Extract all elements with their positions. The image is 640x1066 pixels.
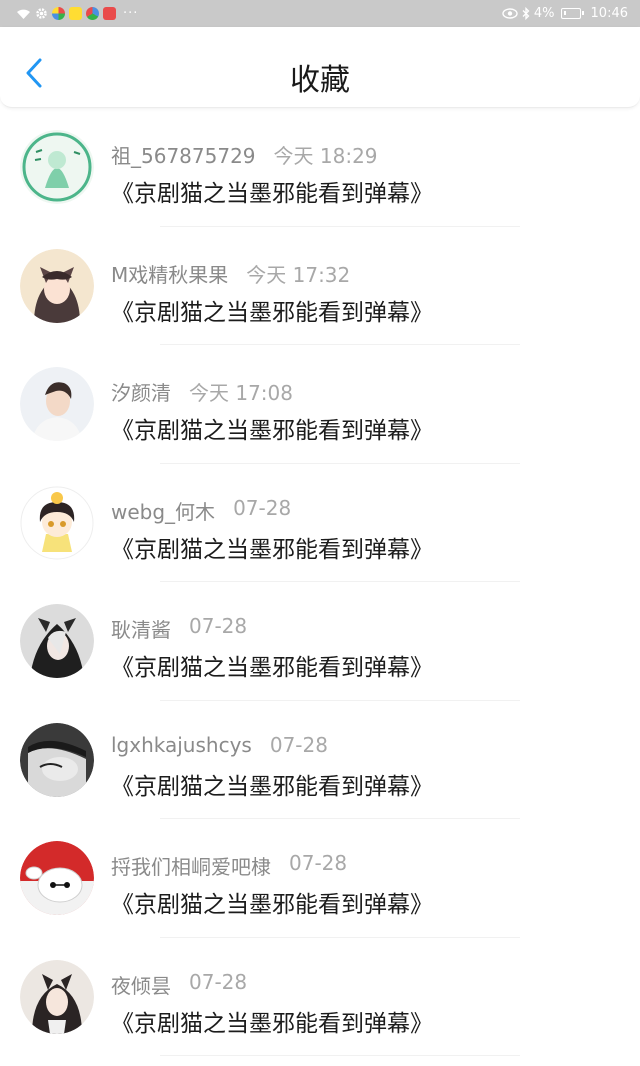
username[interactable]: M戏精秋果果: [111, 259, 228, 288]
avatar[interactable]: [20, 367, 94, 441]
status-bar-right: 4% 10:46: [502, 6, 628, 21]
username[interactable]: 捋我们相峒爱吧棣: [111, 851, 271, 880]
item-meta: 祖_567875729 今天 18:29: [111, 140, 378, 169]
username[interactable]: lgxhkajushcys: [111, 733, 252, 757]
timestamp: 07-28: [289, 851, 348, 875]
favorites-list: 祖_567875729 今天 18:29 《京剧猫之当墨邪能看到弹幕》 M戏精秋…: [0, 108, 640, 1056]
more-notifications-icon: ···: [123, 6, 139, 21]
app-header: 收藏: [0, 27, 640, 108]
avatar[interactable]: [20, 130, 94, 204]
battery-percent: 4%: [533, 6, 555, 21]
list-item[interactable]: 夜倾昙 07-28 《京剧猫之当墨邪能看到弹幕》: [0, 938, 640, 1056]
divider: [160, 1055, 520, 1056]
work-title[interactable]: 《京剧猫之当墨邪能看到弹幕》: [111, 1004, 433, 1038]
status-bar: ··· 4% 10:46: [0, 0, 640, 27]
work-title[interactable]: 《京剧猫之当墨邪能看到弹幕》: [111, 767, 433, 801]
work-title[interactable]: 《京剧猫之当墨邪能看到弹幕》: [111, 293, 433, 327]
avatar[interactable]: [20, 841, 94, 915]
work-title[interactable]: 《京剧猫之当墨邪能看到弹幕》: [111, 885, 433, 919]
eye-icon: [502, 8, 518, 19]
work-title[interactable]: 《京剧猫之当墨邪能看到弹幕》: [111, 411, 433, 445]
username[interactable]: 祖_567875729: [111, 140, 256, 169]
avatar[interactable]: [20, 485, 94, 560]
item-meta: 耿清酱 07-28: [111, 614, 247, 643]
wifi-icon: [16, 8, 31, 20]
page-title: 收藏: [290, 63, 350, 98]
timestamp: 今天 17:32: [246, 262, 351, 287]
username[interactable]: 夜倾昙: [111, 970, 171, 999]
item-meta: lgxhkajushcys 07-28: [111, 733, 328, 757]
avatar[interactable]: [20, 248, 94, 323]
item-meta: 捋我们相峒爱吧棣 07-28: [111, 851, 347, 880]
timestamp: 今天 18:29: [273, 144, 378, 168]
list-item[interactable]: M戏精秋果果 今天 17:32 《京剧猫之当墨邪能看到弹幕》: [0, 227, 640, 345]
clock: 10:46: [590, 6, 628, 21]
avatar[interactable]: [20, 604, 94, 678]
list-item[interactable]: lgxhkajushcys 07-28 《京剧猫之当墨邪能看到弹幕》: [0, 701, 640, 819]
item-meta: 夜倾昙 07-28: [111, 970, 247, 999]
list-item[interactable]: 祖_567875729 今天 18:29 《京剧猫之当墨邪能看到弹幕》: [0, 108, 640, 227]
settings-gear-icon: [35, 7, 48, 20]
item-meta: 汐颜清 今天 17:08: [111, 377, 293, 406]
timestamp: 07-28: [269, 732, 328, 757]
bluetooth-icon: [522, 7, 530, 20]
app-notification-icon: [103, 7, 116, 20]
status-bar-left: ···: [16, 6, 138, 21]
work-title[interactable]: 《京剧猫之当墨邪能看到弹幕》: [111, 530, 433, 564]
item-meta: webg_何木 07-28: [111, 496, 291, 525]
username[interactable]: 耿清酱: [111, 614, 171, 643]
list-item[interactable]: webg_何木 07-28 《京剧猫之当墨邪能看到弹幕》: [0, 464, 640, 582]
list-item[interactable]: 汐颜清 今天 17:08 《京剧猫之当墨邪能看到弹幕》: [0, 345, 640, 464]
timestamp: 07-28: [189, 969, 248, 994]
item-meta: M戏精秋果果 今天 17:32: [111, 259, 350, 288]
app-notification-icon: [69, 7, 82, 20]
username[interactable]: 汐颜清: [111, 377, 171, 406]
work-title[interactable]: 《京剧猫之当墨邪能看到弹幕》: [111, 174, 433, 208]
username[interactable]: webg_何木: [111, 496, 215, 525]
timestamp: 07-28: [233, 495, 292, 520]
timestamp: 07-28: [189, 614, 248, 638]
timestamp: 今天 17:08: [189, 381, 293, 405]
battery-icon: [560, 8, 584, 19]
work-title[interactable]: 《京剧猫之当墨邪能看到弹幕》: [111, 648, 433, 682]
list-item[interactable]: 捋我们相峒爱吧棣 07-28 《京剧猫之当墨邪能看到弹幕》: [0, 819, 640, 938]
app-notification-icon: [52, 7, 65, 20]
avatar[interactable]: [20, 722, 94, 797]
app-notification-icon: [86, 7, 99, 20]
list-item[interactable]: 耿清酱 07-28 《京剧猫之当墨邪能看到弹幕》: [0, 582, 640, 701]
avatar[interactable]: [20, 959, 94, 1034]
